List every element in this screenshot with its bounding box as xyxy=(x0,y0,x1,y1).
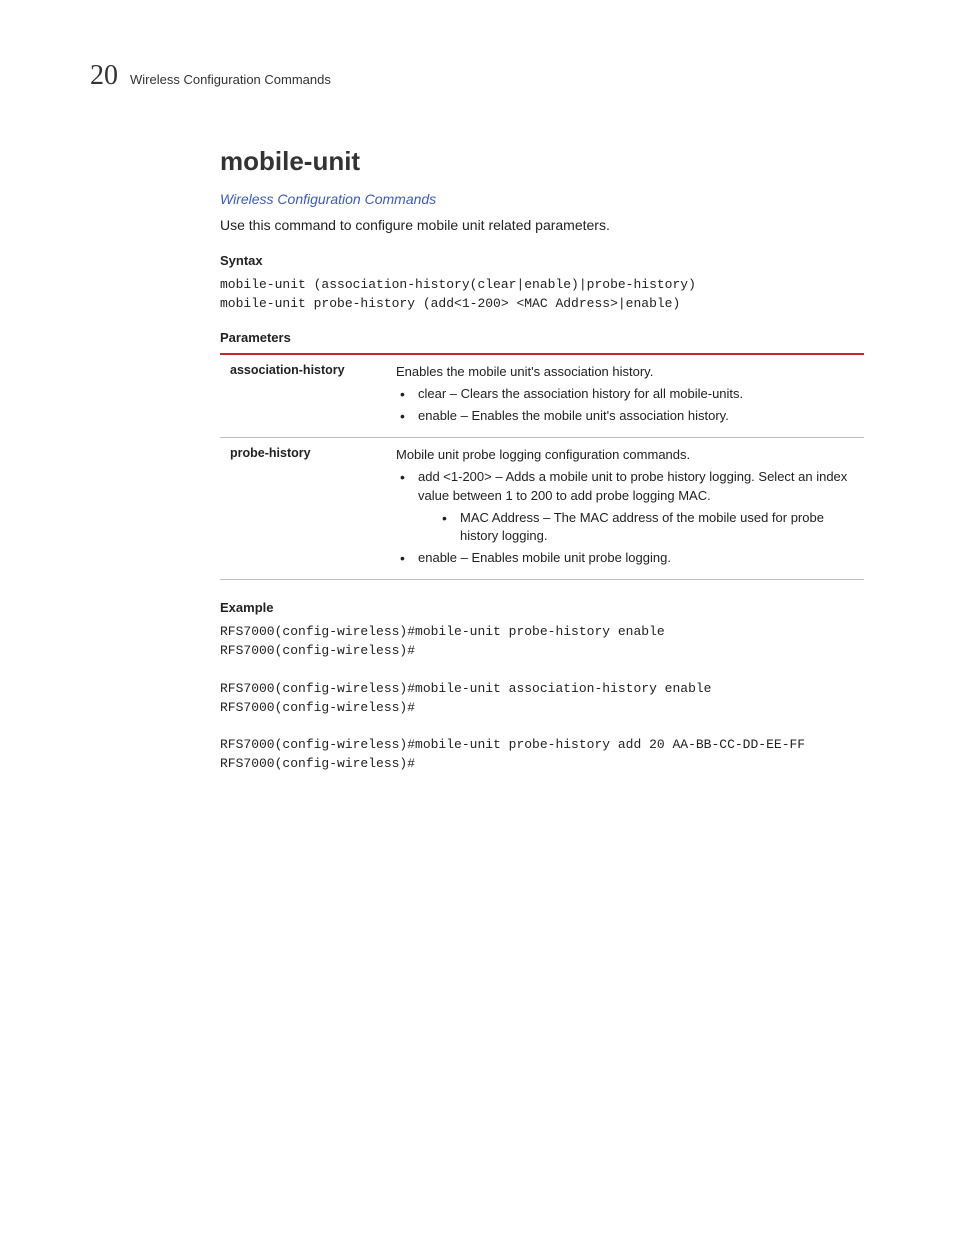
list-item: add <1-200> – Adds a mobile unit to prob… xyxy=(396,468,858,545)
parameters-table: association-history Enables the mobile u… xyxy=(220,353,864,581)
list-item: enable – Enables the mobile unit's assoc… xyxy=(396,407,858,425)
bullet-text: add <1-200> – Adds a mobile unit to prob… xyxy=(418,469,847,502)
nested-bullets: MAC Address – The MAC address of the mob… xyxy=(438,509,858,545)
param-lead: Enables the mobile unit's association hi… xyxy=(396,363,858,381)
syntax-heading: Syntax xyxy=(220,253,864,268)
parameters-heading: Parameters xyxy=(220,330,864,345)
list-item: clear – Clears the association history f… xyxy=(396,385,858,403)
breadcrumb-link[interactable]: Wireless Configuration Commands xyxy=(220,191,864,207)
param-name: association-history xyxy=(220,354,390,438)
syntax-code: mobile-unit (association-history(clear|e… xyxy=(220,276,864,314)
content-body: mobile-unit Wireless Configuration Comma… xyxy=(220,146,864,774)
param-desc: Enables the mobile unit's association hi… xyxy=(390,354,864,438)
table-row: association-history Enables the mobile u… xyxy=(220,354,864,438)
command-title: mobile-unit xyxy=(220,146,864,177)
list-item: enable – Enables mobile unit probe loggi… xyxy=(396,549,858,567)
list-item: MAC Address – The MAC address of the mob… xyxy=(438,509,858,545)
param-lead: Mobile unit probe logging configuration … xyxy=(396,446,858,464)
table-row: probe-history Mobile unit probe logging … xyxy=(220,438,864,580)
param-bullets: clear – Clears the association history f… xyxy=(396,385,858,425)
example-heading: Example xyxy=(220,600,864,615)
example-code: RFS7000(config-wireless)#mobile-unit pro… xyxy=(220,623,864,774)
param-desc: Mobile unit probe logging configuration … xyxy=(390,438,864,580)
running-head: Wireless Configuration Commands xyxy=(130,72,331,87)
page-header: 20 Wireless Configuration Commands xyxy=(90,60,864,92)
page-number: 20 xyxy=(90,60,118,92)
param-name: probe-history xyxy=(220,438,390,580)
param-bullets: add <1-200> – Adds a mobile unit to prob… xyxy=(396,468,858,567)
intro-paragraph: Use this command to configure mobile uni… xyxy=(220,217,864,233)
